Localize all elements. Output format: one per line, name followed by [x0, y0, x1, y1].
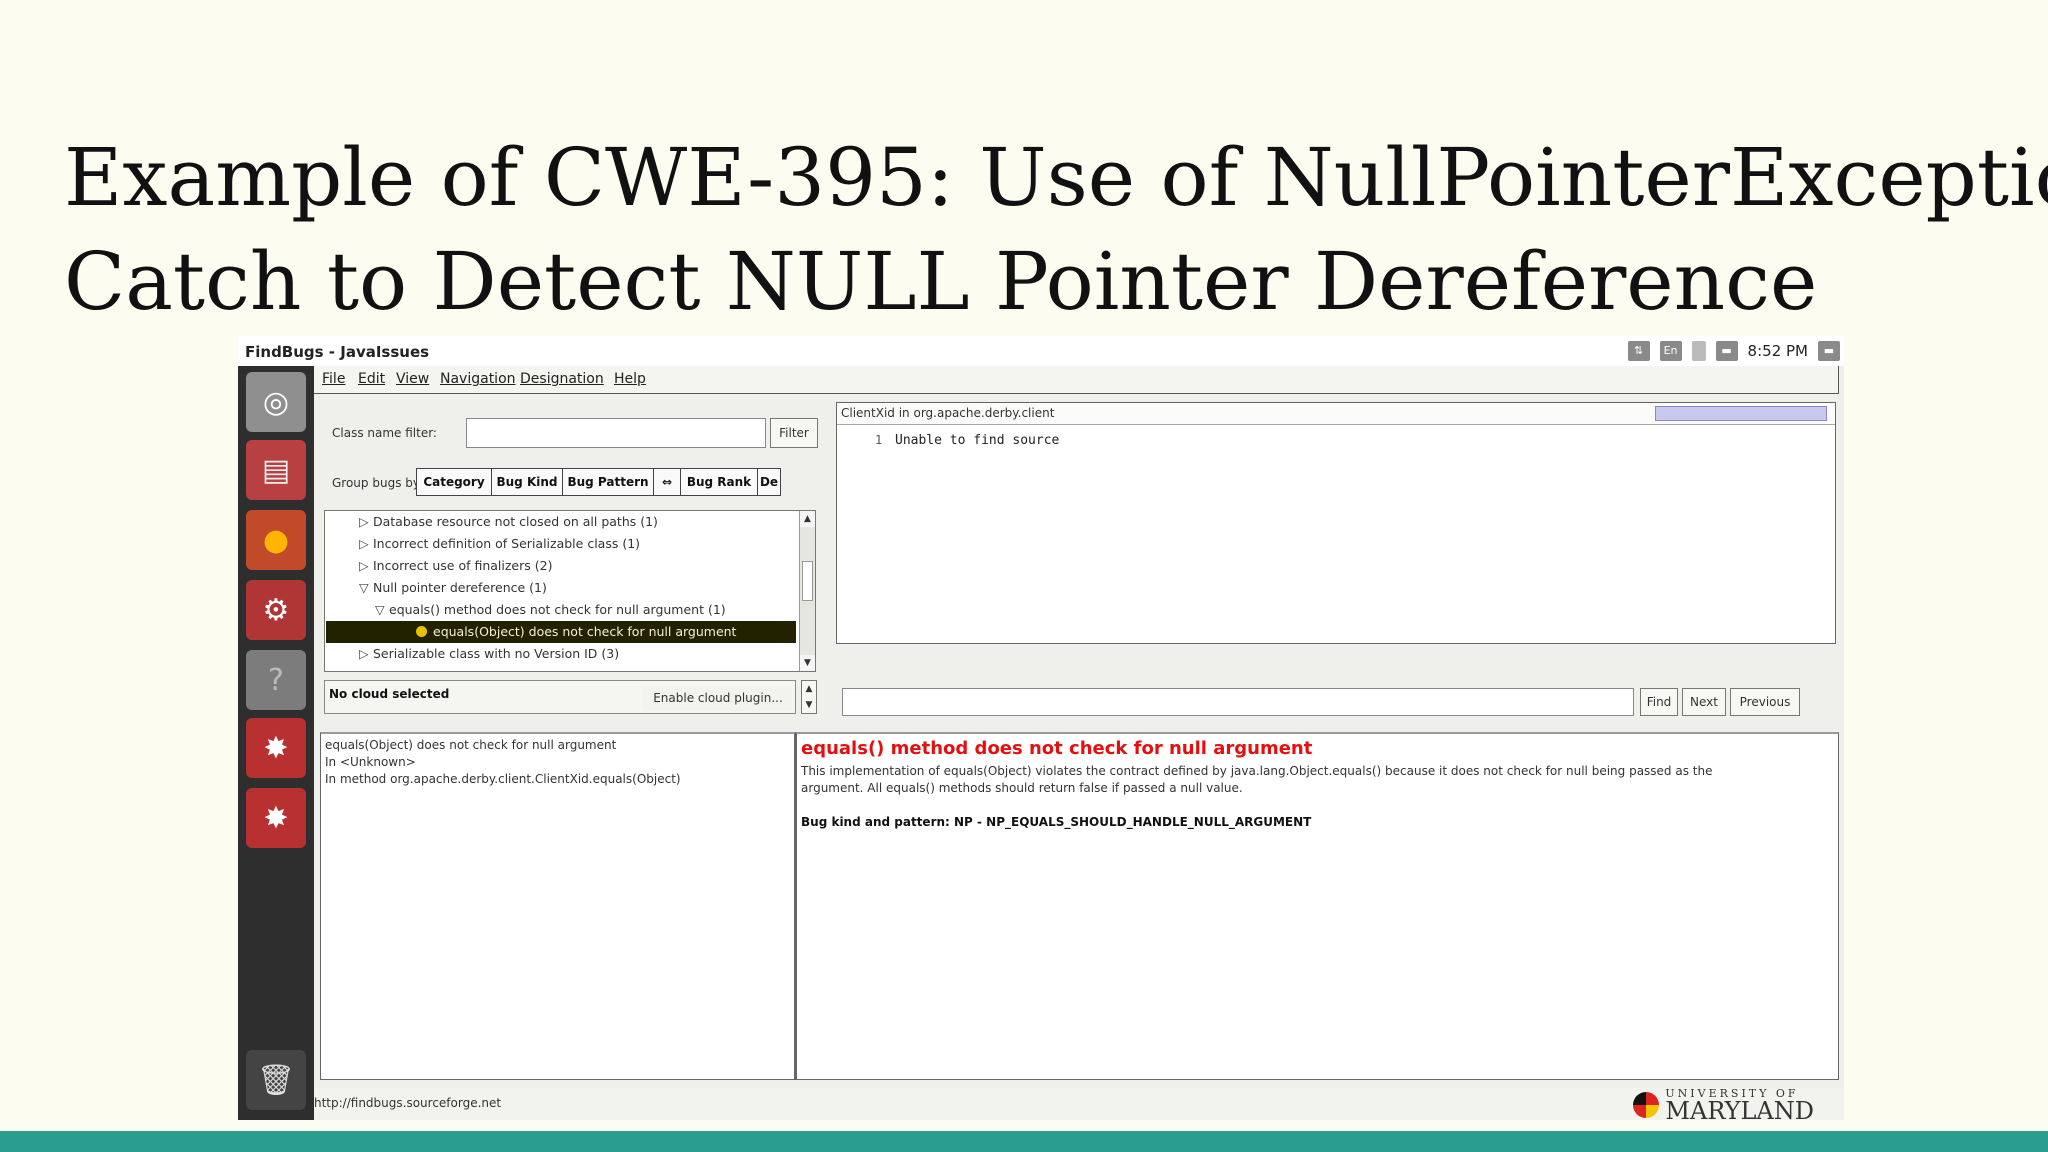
launcher-sidebar: ◎ ▤ ● ⚙ ? ✸ ✸ 🗑	[238, 366, 314, 1120]
summary-line: In method org.apache.derby.client.Client…	[325, 772, 681, 786]
summary-line: In <Unknown>	[325, 755, 416, 769]
bug-dot-icon	[416, 626, 427, 637]
class-filter-input[interactable]	[466, 418, 766, 448]
session-icon[interactable]: ▬	[1818, 341, 1840, 361]
source-line-number: 1	[875, 433, 883, 447]
scroll-down-icon[interactable]: ▼	[800, 655, 815, 671]
tree-scrollbar[interactable]: ▲ ▼	[799, 511, 815, 671]
expand-arrow-icon[interactable]: ▷	[359, 511, 373, 533]
summary-panel: equals(Object) does not check for null a…	[320, 732, 796, 1080]
findbugs-window-icon[interactable]: ✸	[246, 788, 306, 848]
filter-button[interactable]: Filter	[770, 418, 818, 448]
university-logo: UNIVERSITY OF MARYLAND	[1633, 1088, 1814, 1125]
settings-icon[interactable]: ⚙	[246, 580, 306, 640]
tree-row[interactable]: ▷ Database resource not closed on all pat…	[359, 511, 658, 533]
collapse-arrow-icon[interactable]: ▽	[359, 577, 373, 599]
menu-designation[interactable]: Designation	[520, 371, 604, 387]
group-swap-button[interactable]: ⇔	[653, 468, 681, 496]
enable-cloud-button[interactable]: Enable cloud plugin...	[643, 687, 793, 711]
status-url[interactable]: http://findbugs.sourceforge.net	[314, 1096, 501, 1110]
menu-view[interactable]: View	[396, 371, 429, 387]
group-bug-pattern-button[interactable]: Bug Pattern	[562, 468, 654, 496]
tree-row[interactable]: ▽ Null pointer dereference (1)	[359, 577, 547, 599]
help-icon[interactable]: ?	[246, 650, 306, 710]
tree-row[interactable]: ▷ Serializable class with no Version ID (…	[359, 643, 619, 665]
bug-pattern-text: Bug kind and pattern: NP - NP_EQUALS_SHO…	[801, 815, 1312, 829]
findbugs-window: File Edit View Navigation Designation He…	[314, 366, 1844, 1125]
menu-edit[interactable]: Edit	[358, 371, 385, 387]
files-icon[interactable]: ▤	[246, 440, 306, 500]
source-header: ClientXid in org.apache.derby.client	[837, 403, 1835, 425]
slide-title: Example of CWE-395: Use of NullPointerEx…	[64, 126, 2048, 334]
system-tray: ⇅ En ▬ 8:52 PM ▬	[1627, 340, 1840, 362]
cloud-status: No cloud selected	[329, 687, 450, 701]
scroll-thumb[interactable]	[802, 561, 813, 601]
source-line-text: Unable to find source	[895, 433, 1060, 448]
expand-arrow-icon[interactable]: ▷	[359, 533, 373, 555]
group-bug-rank-button[interactable]: Bug Rank	[680, 468, 758, 496]
maryland-seal-icon	[1633, 1092, 1660, 1118]
ubuntu-icon[interactable]: ◎	[246, 372, 306, 432]
menu-bar: File Edit View Navigation Designation He…	[314, 366, 1839, 394]
source-panel: ClientXid in org.apache.derby.client 1 U…	[836, 402, 1836, 644]
source-progress-bar	[1655, 406, 1827, 421]
bug-tree: ▷ Database resource not closed on all pat…	[324, 510, 816, 672]
clock[interactable]: 8:52 PM	[1748, 342, 1808, 360]
collapse-arrow-icon[interactable]: ▽	[375, 599, 389, 621]
cloud-spinner[interactable]: ▲ ▼	[801, 680, 817, 714]
group-more-button[interactable]: De	[757, 468, 781, 496]
network-icon[interactable]: ⇅	[1627, 341, 1650, 361]
desktop-topbar: FindBugs - JavaIssues ⇅ En ▬ 8:52 PM ▬	[238, 336, 1844, 366]
slide-bottom-bar	[0, 1131, 2048, 1152]
findbugs-icon[interactable]: ✸	[246, 718, 306, 778]
menu-navigation[interactable]: Navigation	[440, 371, 516, 387]
details-text: argument. All equals() methods should re…	[801, 781, 1243, 795]
details-panel: equals() method does not check for null …	[796, 732, 1839, 1080]
next-button[interactable]: Next	[1682, 688, 1726, 716]
status-bar: http://findbugs.sourceforge.net UNIVERSI…	[314, 1088, 1844, 1125]
details-title: equals() method does not check for null …	[801, 738, 1313, 759]
summary-line: equals(Object) does not check for null a…	[325, 738, 617, 752]
logo-text-bottom: MARYLAND	[1665, 1096, 1814, 1125]
tree-row[interactable]: ▷ Incorrect use of finalizers (2)	[359, 555, 552, 577]
tree-row[interactable]: ▽ equals() method does not check for null…	[375, 599, 726, 621]
scroll-up-icon[interactable]: ▲	[800, 511, 815, 527]
tree-row[interactable]: ▷ Incorrect definition of Serializable cl…	[359, 533, 640, 555]
volume-icon[interactable]: ▬	[1715, 341, 1738, 361]
source-class-label: ClientXid in org.apache.derby.client	[841, 406, 1055, 420]
keyboard-layout-icon[interactable]: En	[1659, 341, 1682, 361]
expand-arrow-icon[interactable]: ▷	[359, 643, 373, 665]
slide-title-line1: Example of CWE-395: Use of NullPointerEx…	[64, 131, 2048, 224]
find-button[interactable]: Find	[1640, 688, 1678, 716]
source-search-input[interactable]	[842, 688, 1634, 716]
findbugs-screenshot: FindBugs - JavaIssues ⇅ En ▬ 8:52 PM ▬ ◎…	[238, 336, 1844, 1125]
battery-icon[interactable]	[1691, 341, 1706, 361]
menu-file[interactable]: File	[322, 371, 345, 387]
menu-help[interactable]: Help	[614, 371, 646, 387]
expand-arrow-icon[interactable]: ▷	[359, 555, 373, 577]
cloud-panel: No cloud selected Enable cloud plugin...	[324, 680, 796, 714]
group-bugs-label: Group bugs by:	[332, 476, 424, 490]
previous-button[interactable]: Previous	[1730, 688, 1800, 716]
slide-title-line2: Catch to Detect NULL Pointer Dereference	[64, 235, 1818, 328]
details-text: This implementation of equals(Object) vi…	[801, 764, 1713, 778]
firefox-icon[interactable]: ●	[246, 510, 306, 570]
group-bug-kind-button[interactable]: Bug Kind	[491, 468, 563, 496]
trash-icon[interactable]: 🗑	[246, 1050, 306, 1110]
class-filter-label: Class name filter:	[332, 426, 437, 440]
window-title: FindBugs - JavaIssues	[245, 343, 430, 361]
tree-row-selected[interactable]: equals(Object) does not check for null a…	[326, 621, 796, 643]
group-category-button[interactable]: Category	[416, 468, 492, 496]
